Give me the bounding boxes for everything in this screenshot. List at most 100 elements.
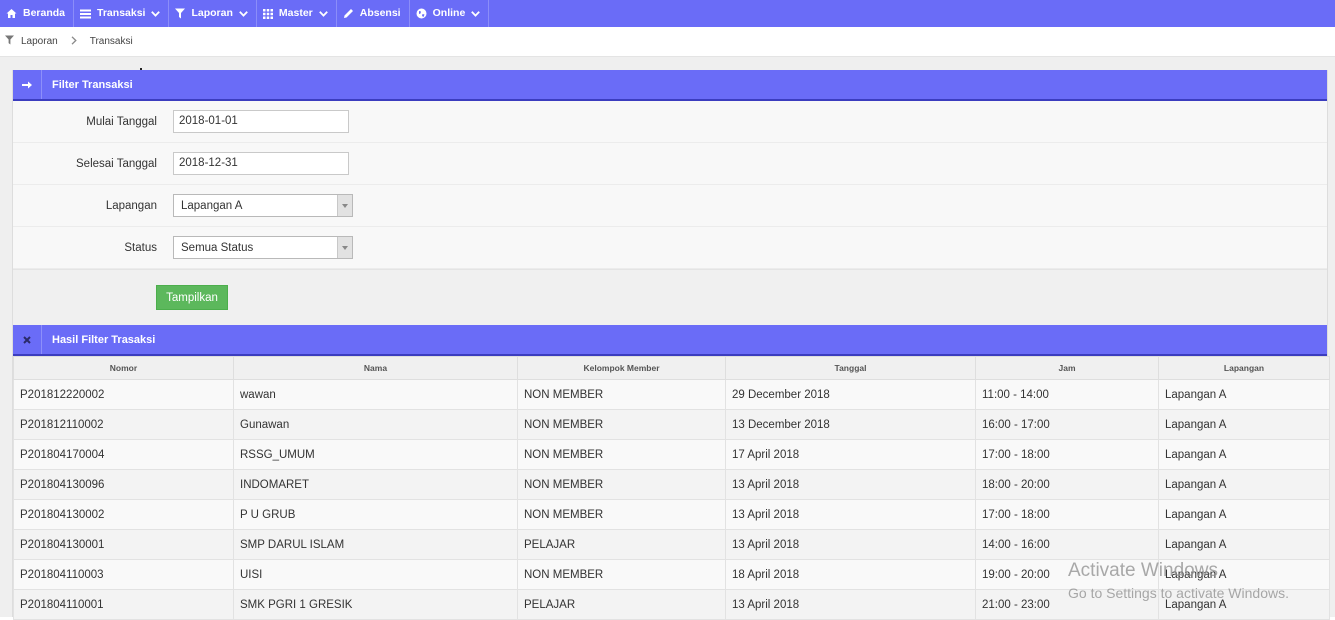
table-row: P201812110002 Gunawan NON MEMBER 13 Dece… (13, 409, 1330, 440)
cell-jam: 19:00 - 20:00 (975, 559, 1159, 590)
cell-nama: SMK PGRI 1 GRESIK (233, 589, 518, 620)
close-icon[interactable] (13, 325, 42, 354)
nav-item-master[interactable]: Master (257, 0, 337, 27)
result-widget: Hasil Filter Trasaksi Nomor Nama Kelompo… (12, 325, 1330, 620)
cell-tanggal: 18 April 2018 (725, 559, 976, 590)
table-row: P201804130096 INDOMARET NON MEMBER 13 Ap… (13, 469, 1330, 500)
widget-title: Filter Transaksi (52, 78, 133, 91)
form-row-lapangan: Lapangan Lapangan A (13, 185, 1327, 227)
cell-nomor: P201804130096 (13, 469, 234, 500)
status-select-value: Semua Status (181, 241, 254, 254)
nav-item-online[interactable]: Online (410, 0, 490, 27)
chevron-down-icon (471, 10, 481, 17)
mulai-tanggal-input[interactable]: 2018-01-01 (173, 110, 349, 133)
caret-down-icon (337, 237, 352, 258)
cell-lapangan: Lapangan A (1158, 589, 1330, 620)
cell-lapangan: Lapangan A (1158, 529, 1330, 560)
column-header-kelompok-member[interactable]: Kelompok Member (517, 356, 726, 380)
cell-tanggal: 29 December 2018 (725, 379, 976, 410)
cell-jam: 14:00 - 16:00 (975, 529, 1159, 560)
cell-lapangan: Lapangan A (1158, 439, 1330, 470)
cell-nama: wawan (233, 379, 518, 410)
cell-nama: P U GRUB (233, 499, 518, 530)
cell-tanggal: 13 April 2018 (725, 589, 976, 620)
cell-nomor: P201804110003 (13, 559, 234, 590)
cell-kelompok-member: NON MEMBER (517, 439, 726, 470)
status-label: Status (124, 241, 157, 254)
form-row-selesai: Selesai Tanggal 2018-12-31 (13, 143, 1327, 185)
nav-label: Master (278, 7, 313, 19)
table-row: P201804170004 RSSG_UMUM NON MEMBER 17 Ap… (13, 439, 1330, 470)
widget-title: Hasil Filter Trasaksi (52, 333, 156, 346)
selesai-tanggal-input[interactable]: 2018-12-31 (173, 152, 349, 175)
widget-header: Hasil Filter Trasaksi (13, 325, 1327, 356)
breadcrumb-item-laporan[interactable]: Laporan (21, 36, 58, 47)
cell-kelompok-member: PELAJAR (517, 529, 726, 560)
column-header-nama[interactable]: Nama (233, 356, 518, 380)
cell-lapangan: Lapangan A (1158, 559, 1330, 590)
top-navbar: Beranda Transaksi Laporan Master Absensi… (0, 0, 1335, 27)
cell-kelompok-member: NON MEMBER (517, 499, 726, 530)
cell-jam: 17:00 - 18:00 (975, 439, 1159, 470)
column-header-tanggal[interactable]: Tanggal (725, 356, 976, 380)
table-row: P201804130001 SMP DARUL ISLAM PELAJAR 13… (13, 529, 1330, 560)
cell-jam: 11:00 - 14:00 (975, 379, 1159, 410)
table-row: P201804110003 UISI NON MEMBER 18 April 2… (13, 559, 1330, 590)
cell-kelompok-member: NON MEMBER (517, 469, 726, 500)
cell-jam: 17:00 - 18:00 (975, 499, 1159, 530)
cell-jam: 18:00 - 20:00 (975, 469, 1159, 500)
column-header-jam[interactable]: Jam (975, 356, 1159, 380)
form-row-mulai: Mulai Tanggal 2018-01-01 (13, 101, 1327, 143)
nav-label: Absensi (359, 7, 401, 19)
nav-item-laporan[interactable]: Laporan (169, 0, 257, 27)
cell-nomor: P201812110002 (13, 409, 234, 440)
cell-nama: INDOMARET (233, 469, 518, 500)
filter-icon (5, 35, 14, 48)
home-icon (6, 8, 17, 19)
result-table: Nomor Nama Kelompok Member Tanggal Jam L… (13, 356, 1330, 620)
breadcrumb-item-transaksi: Transaksi (89, 36, 133, 47)
cell-lapangan: Lapangan A (1158, 469, 1330, 500)
lapangan-select-value: Lapangan A (181, 199, 243, 212)
list-icon (80, 9, 92, 19)
table-row: P201804130002 P U GRUB NON MEMBER 13 Apr… (13, 499, 1330, 530)
table-header-row: Nomor Nama Kelompok Member Tanggal Jam L… (13, 356, 1330, 380)
lapangan-select[interactable]: Lapangan A (173, 194, 353, 217)
lapangan-label: Lapangan (105, 199, 157, 212)
cell-nomor: P201804130002 (13, 499, 234, 530)
chevron-down-icon (318, 10, 328, 17)
chevron-down-icon (151, 10, 161, 17)
cell-tanggal: 13 April 2018 (725, 529, 976, 560)
nav-item-beranda[interactable]: Beranda (0, 0, 75, 27)
cell-nama: SMP DARUL ISLAM (233, 529, 518, 560)
cell-nomor: P201812220002 (13, 379, 234, 410)
globe-icon (416, 8, 427, 19)
table-row: P201804110001 SMK PGRI 1 GRESIK PELAJAR … (13, 589, 1330, 620)
cell-tanggal: 13 April 2018 (725, 499, 976, 530)
cell-nomor: P201804110001 (13, 589, 234, 620)
arrow-right-icon[interactable] (13, 70, 42, 99)
cell-lapangan: Lapangan A (1158, 379, 1330, 410)
cell-jam: 16:00 - 17:00 (975, 409, 1159, 440)
nav-label: Online (432, 7, 466, 19)
cell-nomor: P201804170004 (13, 439, 234, 470)
tampilkan-button[interactable]: Tampilkan (156, 285, 228, 310)
nav-item-absensi[interactable]: Absensi (337, 0, 410, 27)
chevron-right-icon (65, 35, 83, 48)
status-select[interactable]: Semua Status (173, 236, 353, 259)
cell-nama: UISI (233, 559, 518, 590)
mulai-tanggal-label: Mulai Tanggal (86, 115, 157, 128)
grid-icon (262, 8, 273, 19)
widget-header: Filter Transaksi (13, 70, 1327, 101)
cell-tanggal: 17 April 2018 (725, 439, 976, 470)
cell-tanggal: 13 April 2018 (725, 469, 976, 500)
nav-label: Beranda (23, 7, 66, 19)
cell-kelompok-member: NON MEMBER (517, 409, 726, 440)
nav-item-transaksi[interactable]: Transaksi (74, 0, 170, 27)
pencil-icon (343, 8, 354, 19)
column-header-lapangan[interactable]: Lapangan (1158, 356, 1330, 380)
cell-nomor: P201804130001 (13, 529, 234, 560)
cell-kelompok-member: NON MEMBER (517, 559, 726, 590)
filter-widget: Filter Transaksi Mulai Tanggal 2018-01-0… (12, 70, 1328, 326)
column-header-nomor[interactable]: Nomor (13, 356, 234, 380)
